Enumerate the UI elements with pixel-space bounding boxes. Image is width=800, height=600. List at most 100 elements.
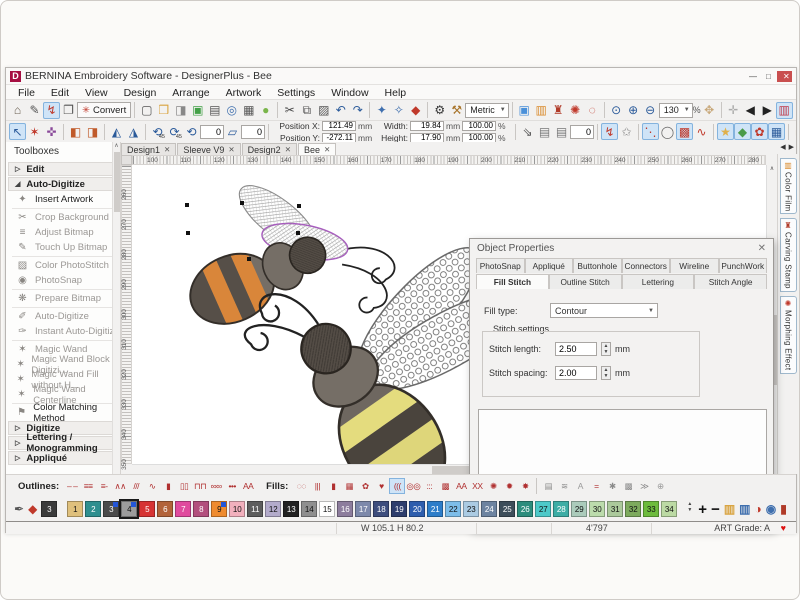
settings-gear-icon[interactable]: ⚙ bbox=[431, 102, 448, 119]
color-swatch-33[interactable]: 33 bbox=[643, 501, 659, 517]
previous-object-icon[interactable]: ◀ bbox=[742, 102, 759, 119]
fill-satin-icon[interactable]: ▮ bbox=[325, 478, 341, 494]
color-swatch-22[interactable]: 22 bbox=[445, 501, 461, 517]
fill-cross-stitch-icon[interactable]: XX bbox=[469, 478, 485, 494]
menu-help[interactable]: Help bbox=[377, 87, 415, 99]
portfolio-icon[interactable]: ⌂ bbox=[9, 102, 26, 119]
menu-arrange[interactable]: Arrange bbox=[164, 87, 217, 99]
match-thread-colors-icon[interactable]: ▥ bbox=[739, 502, 750, 516]
sidebar-item-instant-auto-digitize[interactable]: ✑Instant Auto-Digitize bbox=[6, 324, 120, 339]
sidebar-section-lettering-monogramming[interactable]: ▷Lettering / Monogramming bbox=[8, 436, 118, 450]
close-button[interactable]: ✕ bbox=[777, 71, 792, 82]
color-swatch-25[interactable]: 25 bbox=[499, 501, 515, 517]
sidebar-item-color-matching-method[interactable]: ⚑Color Matching Method bbox=[6, 405, 120, 420]
color-swatch-3[interactable]: 3 bbox=[103, 501, 119, 517]
menu-artwork[interactable]: Artwork bbox=[218, 87, 270, 99]
field-input-0-1[interactable] bbox=[410, 121, 444, 131]
tab-close-icon[interactable]: ✕ bbox=[228, 145, 234, 154]
thread-spool-icon[interactable]: ▮ bbox=[780, 502, 787, 516]
color-swatch-18[interactable]: 18 bbox=[373, 501, 389, 517]
fill-stipple-icon[interactable]: ::: bbox=[421, 478, 437, 494]
punchwork-toggle-icon[interactable]: ◌ bbox=[584, 102, 601, 119]
stitch-setting-input[interactable] bbox=[555, 366, 597, 380]
keep-stitch-count-1-icon[interactable]: ▤ bbox=[536, 123, 553, 140]
select-object-icon[interactable]: ↖ bbox=[9, 123, 26, 140]
print-preview-icon[interactable]: ◎ bbox=[223, 102, 240, 119]
tab-close-icon[interactable]: ✕ bbox=[324, 145, 330, 154]
outline-sculpture-icon[interactable]: ≡- bbox=[96, 478, 112, 494]
fill-contour-curves-icon[interactable]: ≋ bbox=[556, 478, 572, 494]
cycle-used-colors-icon[interactable]: ◑ bbox=[755, 502, 762, 516]
color-swatch-1[interactable]: 1 bbox=[67, 501, 83, 517]
menu-view[interactable]: View bbox=[77, 87, 116, 99]
texture-fill-icon[interactable]: ▩ bbox=[676, 123, 693, 140]
sidebar-item-magic-wand-centerline[interactable]: ✶Magic Wand Centerline bbox=[6, 387, 120, 402]
dialog-tab-appliqué[interactable]: Appliqué bbox=[525, 258, 574, 273]
rotate-ccw-45-icon[interactable]: ⟲45 bbox=[149, 123, 166, 140]
print-icon[interactable]: ▤ bbox=[206, 102, 223, 119]
fill-lattice-icon[interactable]: ▦ bbox=[341, 478, 357, 494]
fill-monogram-aa-icon[interactable]: AA bbox=[453, 478, 469, 494]
carving-stamp-effect-icon[interactable]: ✿ bbox=[751, 123, 768, 140]
dialog-tab-punchwork[interactable]: PunchWork bbox=[719, 258, 768, 273]
tab-close-icon[interactable]: ✕ bbox=[285, 145, 291, 154]
simple-shapes-icon[interactable]: ◆ bbox=[734, 123, 751, 140]
color-wheel-icon[interactable]: ◉ bbox=[766, 502, 776, 516]
color-swatch-8[interactable]: 8 bbox=[193, 501, 209, 517]
sidebar-item-touch-up-bitmap[interactable]: ✎Touch Up Bitmap bbox=[6, 240, 120, 255]
redo-icon[interactable]: ↷ bbox=[349, 102, 366, 119]
dialog-tab-buttonhole[interactable]: Buttonhole bbox=[573, 258, 622, 273]
artwork-canvas-icon[interactable]: ✎ bbox=[26, 102, 43, 119]
auto-underlay-icon[interactable]: ⋱ bbox=[642, 123, 659, 140]
dialog-close-icon[interactable]: ✕ bbox=[758, 243, 766, 254]
color-swatch-31[interactable]: 31 bbox=[607, 501, 623, 517]
zoom-box-icon[interactable]: ⊕ bbox=[625, 102, 642, 119]
add-color-icon[interactable]: + bbox=[698, 501, 707, 518]
skew-icon[interactable]: ▱ bbox=[224, 123, 241, 140]
fill-lace-b-icon[interactable]: ✹ bbox=[501, 478, 517, 494]
color-swatch-17[interactable]: 17 bbox=[355, 501, 371, 517]
insert-artwork-icon[interactable]: ◨ bbox=[172, 102, 189, 119]
color-swatch-9[interactable]: 9 bbox=[211, 501, 227, 517]
thread-colors-icon[interactable]: ▥ bbox=[724, 502, 735, 516]
field-input-1-0[interactable] bbox=[322, 133, 356, 143]
color-swatch-26[interactable]: 26 bbox=[517, 501, 533, 517]
color-swatch-21[interactable]: 21 bbox=[427, 501, 443, 517]
zoom-1-1-icon[interactable]: ⊙ bbox=[608, 102, 625, 119]
dialog-tab-connectors[interactable]: Connectors bbox=[622, 258, 671, 273]
next-object-icon[interactable]: ▶ bbox=[759, 102, 776, 119]
mirror-x-icon[interactable]: ◭ bbox=[108, 123, 125, 140]
fill-florentine-icon[interactable]: ✿ bbox=[357, 478, 373, 494]
sidebar-item-color-photostitch[interactable]: ▨Color PhotoStitch bbox=[6, 258, 120, 273]
maximize-button[interactable]: □ bbox=[760, 71, 775, 82]
menu-settings[interactable]: Settings bbox=[269, 87, 323, 99]
color-swatch-27[interactable]: 27 bbox=[535, 501, 551, 517]
mirror-y-icon[interactable]: ◮ bbox=[125, 123, 142, 140]
paste-icon[interactable]: ▨ bbox=[315, 102, 332, 119]
color-swatch-14[interactable]: 14 bbox=[301, 501, 317, 517]
title-bar[interactable]: D BERNINA Embroidery Software - Designer… bbox=[6, 68, 796, 85]
units-select[interactable]: Metric▼ bbox=[465, 103, 508, 118]
show-hoop-icon[interactable]: ▢ bbox=[792, 123, 796, 140]
outline-single-icon[interactable]: – – bbox=[64, 478, 80, 494]
keep-stitch-count-2-icon[interactable]: ▤ bbox=[553, 123, 570, 140]
design-colors-icon[interactable]: ▥ bbox=[776, 102, 793, 119]
menu-design[interactable]: Design bbox=[116, 87, 165, 99]
scale-to-fit-icon[interactable]: ⇘ bbox=[519, 123, 536, 140]
stitch-setting-input[interactable] bbox=[555, 342, 597, 356]
color-swatch-34[interactable]: 34 bbox=[661, 501, 677, 517]
design-tab-bee[interactable]: Bee✕ bbox=[298, 143, 336, 155]
design-tab-sleeve-v9[interactable]: Sleeve V9✕ bbox=[177, 143, 240, 155]
polygon-select-icon[interactable]: ✶ bbox=[26, 123, 43, 140]
color-swatch-4[interactable]: 4 bbox=[121, 501, 137, 517]
color-swatch-7[interactable]: 7 bbox=[175, 501, 191, 517]
tabs-scroll-right[interactable]: ▶ bbox=[789, 143, 794, 151]
tab-close-icon[interactable]: ✕ bbox=[164, 145, 170, 154]
color-swatch-24[interactable]: 24 bbox=[481, 501, 497, 517]
sidebar-scrollbar[interactable]: ∧ bbox=[112, 142, 120, 474]
design-tab-design2[interactable]: Design2✕ bbox=[242, 143, 297, 155]
thread-chart-icon[interactable]: ▥ bbox=[793, 102, 796, 119]
rotate-input[interactable] bbox=[200, 125, 224, 139]
fill-alphabet-icon[interactable]: A bbox=[572, 478, 588, 494]
embroidery-canvas-icon[interactable]: ↯ bbox=[43, 102, 60, 119]
